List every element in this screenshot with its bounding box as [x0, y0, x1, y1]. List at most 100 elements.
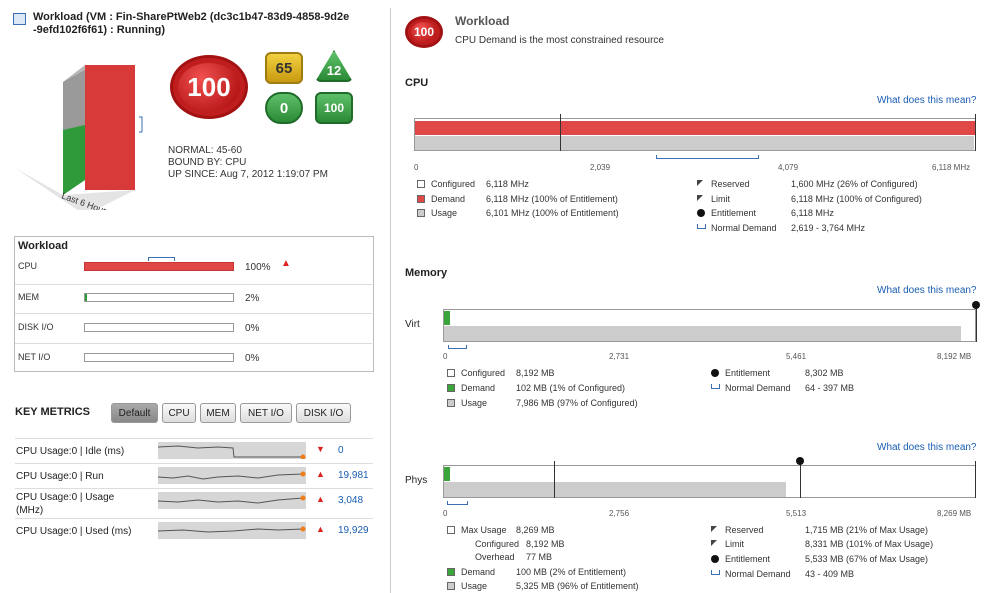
cpu-chart[interactable]: [414, 114, 976, 151]
cpu-legend-entitlement: Entitlement 6,118 MHz: [697, 208, 834, 218]
cpu-reserved-line: [560, 114, 561, 151]
virt-legend-normal: Normal Demand 64 - 397 MB: [711, 383, 854, 393]
up-since: UP SINCE: Aug 7, 2012 1:19:07 PM: [168, 169, 328, 180]
virt-usage-bar: [444, 326, 961, 341]
history-3d-chart[interactable]: Last 6 Hours: [15, 60, 145, 210]
phys-legend-overhead: Overhead 77 MB: [475, 552, 553, 562]
metric-label: CPU Usage:0 | Used (ms): [16, 526, 132, 537]
tab-net-io[interactable]: NET I/O: [240, 403, 292, 423]
bound-by: BOUND BY: CPU: [168, 157, 247, 168]
metric-value[interactable]: 3,048: [338, 495, 363, 506]
cpu-legend-demand: Demand 6,118 MHz (100% of Entitlement): [417, 194, 618, 204]
history-bracket: [139, 116, 143, 133]
virt-legend-demand: Demand 102 MB (1% of Configured): [447, 383, 625, 393]
cpu-limit-line: [975, 114, 976, 151]
row-label: MEM: [18, 292, 39, 302]
virt-normal-bracket: [448, 345, 467, 349]
metric-value[interactable]: 19,929: [338, 525, 369, 536]
phys-legend-usage: Usage 5,325 MB (96% of Entitlement): [447, 581, 639, 591]
row-label: CPU: [18, 261, 38, 271]
workload-title: Workload (VM : Fin-SharePtWeb2 (dc3c1b47…: [33, 11, 373, 37]
trend-up-icon: ▲: [281, 258, 291, 269]
metric-row-run[interactable]: CPU Usage:0 | Run ▲ 19,981: [15, 463, 373, 488]
metric-label: CPU Usage:0 | Run: [16, 471, 104, 482]
cpu-legend-configured: Configured 6,118 MHz: [417, 179, 529, 189]
virt-entitlement-dot: [972, 301, 980, 309]
tab-default[interactable]: Default: [111, 403, 158, 423]
cpu-usage-bar: [415, 136, 974, 150]
workload-score-badge[interactable]: 100: [170, 55, 248, 119]
phys-entitlement-line: [800, 461, 801, 498]
virt-demand-bar: [444, 311, 450, 325]
mem-workload-fill: [85, 294, 87, 301]
phys-legend-demand: Demand 100 MB (2% of Entitlement): [447, 567, 626, 577]
tab-disk-io[interactable]: DISK I/O: [296, 403, 351, 423]
virt-tick-3: 8,192 MB: [937, 352, 972, 361]
phys-help-link[interactable]: What does this mean?: [877, 442, 977, 453]
virt-legend-configured: Configured 8,192 MB: [447, 368, 555, 378]
history-red-face: [85, 65, 135, 190]
metric-label: CPU Usage:0 | Idle (ms): [16, 446, 125, 457]
metric-row-idle[interactable]: CPU Usage:0 | Idle (ms) ▼ 0: [15, 438, 373, 463]
cpu-normal-bracket: [656, 155, 759, 159]
phys-legend-normal: Normal Demand 43 - 409 MB: [711, 569, 854, 579]
cpu-legend-limit: Limit 6,118 MHz (100% of Configured): [697, 194, 922, 204]
cpu-tick-1: 2,039: [590, 163, 611, 172]
virt-tick-2: 5,461: [786, 352, 807, 361]
cpu-legend-normal: Normal Demand 2,619 - 3,764 MHz: [697, 223, 865, 233]
efficiency-badge[interactable]: 65: [265, 52, 303, 84]
phys-chart[interactable]: [443, 457, 976, 498]
phys-legend-configured: Configured 8,192 MB: [475, 539, 565, 549]
virt-chart[interactable]: [443, 301, 980, 342]
phys-normal-bracket: [447, 501, 468, 505]
trend-icon: ▲: [316, 524, 325, 534]
phys-tick-3: 8,269 MB: [937, 509, 972, 518]
workload-row-mem[interactable]: MEM 2%: [15, 284, 372, 313]
phys-entitlement-dot: [796, 457, 804, 465]
metric-row-used[interactable]: CPU Usage:0 | Used (ms) ▲ 19,929: [15, 518, 373, 543]
mem-workload-bar: [84, 293, 234, 302]
workload-row-cpu[interactable]: CPU 100% ▲: [15, 254, 372, 284]
workload-row-disk[interactable]: DISK I/O 0%: [15, 313, 372, 343]
risk-badge[interactable]: 0: [265, 92, 303, 124]
health-badge[interactable]: 12: [315, 50, 353, 82]
title-line-2: -9efd102f6f61) : Running): [33, 24, 166, 36]
metric-sparkline: [158, 467, 306, 484]
metric-value[interactable]: 19,981: [338, 470, 369, 481]
phys-legend-entitlement: Entitlement 5,533 MB (67% of Max Usage): [711, 554, 928, 564]
virt-legend-entitlement: Entitlement 8,302 MB: [711, 368, 844, 378]
tab-cpu[interactable]: CPU: [162, 403, 196, 423]
normal-bracket: [148, 257, 175, 261]
metric-row-usage[interactable]: CPU Usage:0 | Usage (MHz) ▲ 3,048: [15, 488, 373, 518]
summary-text: NORMAL: 45-60 BOUND BY: CPU UP SINCE: Au…: [168, 145, 328, 181]
row-pct: 0%: [245, 353, 260, 364]
cpu-demand-bar: [415, 121, 975, 135]
cpu-help-link[interactable]: What does this mean?: [877, 95, 977, 106]
row-pct: 0%: [245, 323, 260, 334]
key-metrics-title: KEY METRICS: [15, 406, 90, 418]
metric-value[interactable]: 0: [338, 445, 344, 456]
virt-tick-1: 2,731: [609, 352, 630, 361]
virt-entitlement-line: [976, 305, 977, 342]
phys-tick-2: 5,513: [786, 509, 807, 518]
metric-sparkline: [158, 492, 306, 509]
tab-mem[interactable]: MEM: [200, 403, 236, 423]
cpu-legend-usage: Usage 6,101 MHz (100% of Entitlement): [417, 208, 619, 218]
memory-section-title: Memory: [405, 267, 448, 279]
phys-demand-bar: [444, 467, 450, 481]
disk-workload-bar: [84, 323, 234, 332]
row-label: DISK I/O: [18, 322, 54, 332]
workload-panel: Workload CPU 100% ▲ MEM 2% DISK I/O 0% N…: [14, 236, 374, 372]
cpu-legend-reserved: Reserved 1,600 MHz (26% of Configured): [697, 179, 918, 189]
workload-row-net[interactable]: NET I/O 0%: [15, 343, 372, 372]
phys-legend-max-usage: Max Usage 8,269 MB: [447, 525, 555, 535]
row-pct: 100%: [245, 262, 271, 273]
virt-label: Virt: [405, 319, 420, 330]
phys-tick-1: 2,756: [609, 509, 630, 518]
row-pct: 2%: [245, 293, 260, 304]
capacity-badge[interactable]: 100: [315, 92, 353, 124]
cpu-tick-3: 6,118 MHz: [932, 163, 971, 172]
title-line-1: Workload (VM : Fin-SharePtWeb2 (dc3c1b47…: [33, 11, 350, 23]
virt-help-link[interactable]: What does this mean?: [877, 285, 977, 296]
net-workload-bar: [84, 353, 234, 362]
